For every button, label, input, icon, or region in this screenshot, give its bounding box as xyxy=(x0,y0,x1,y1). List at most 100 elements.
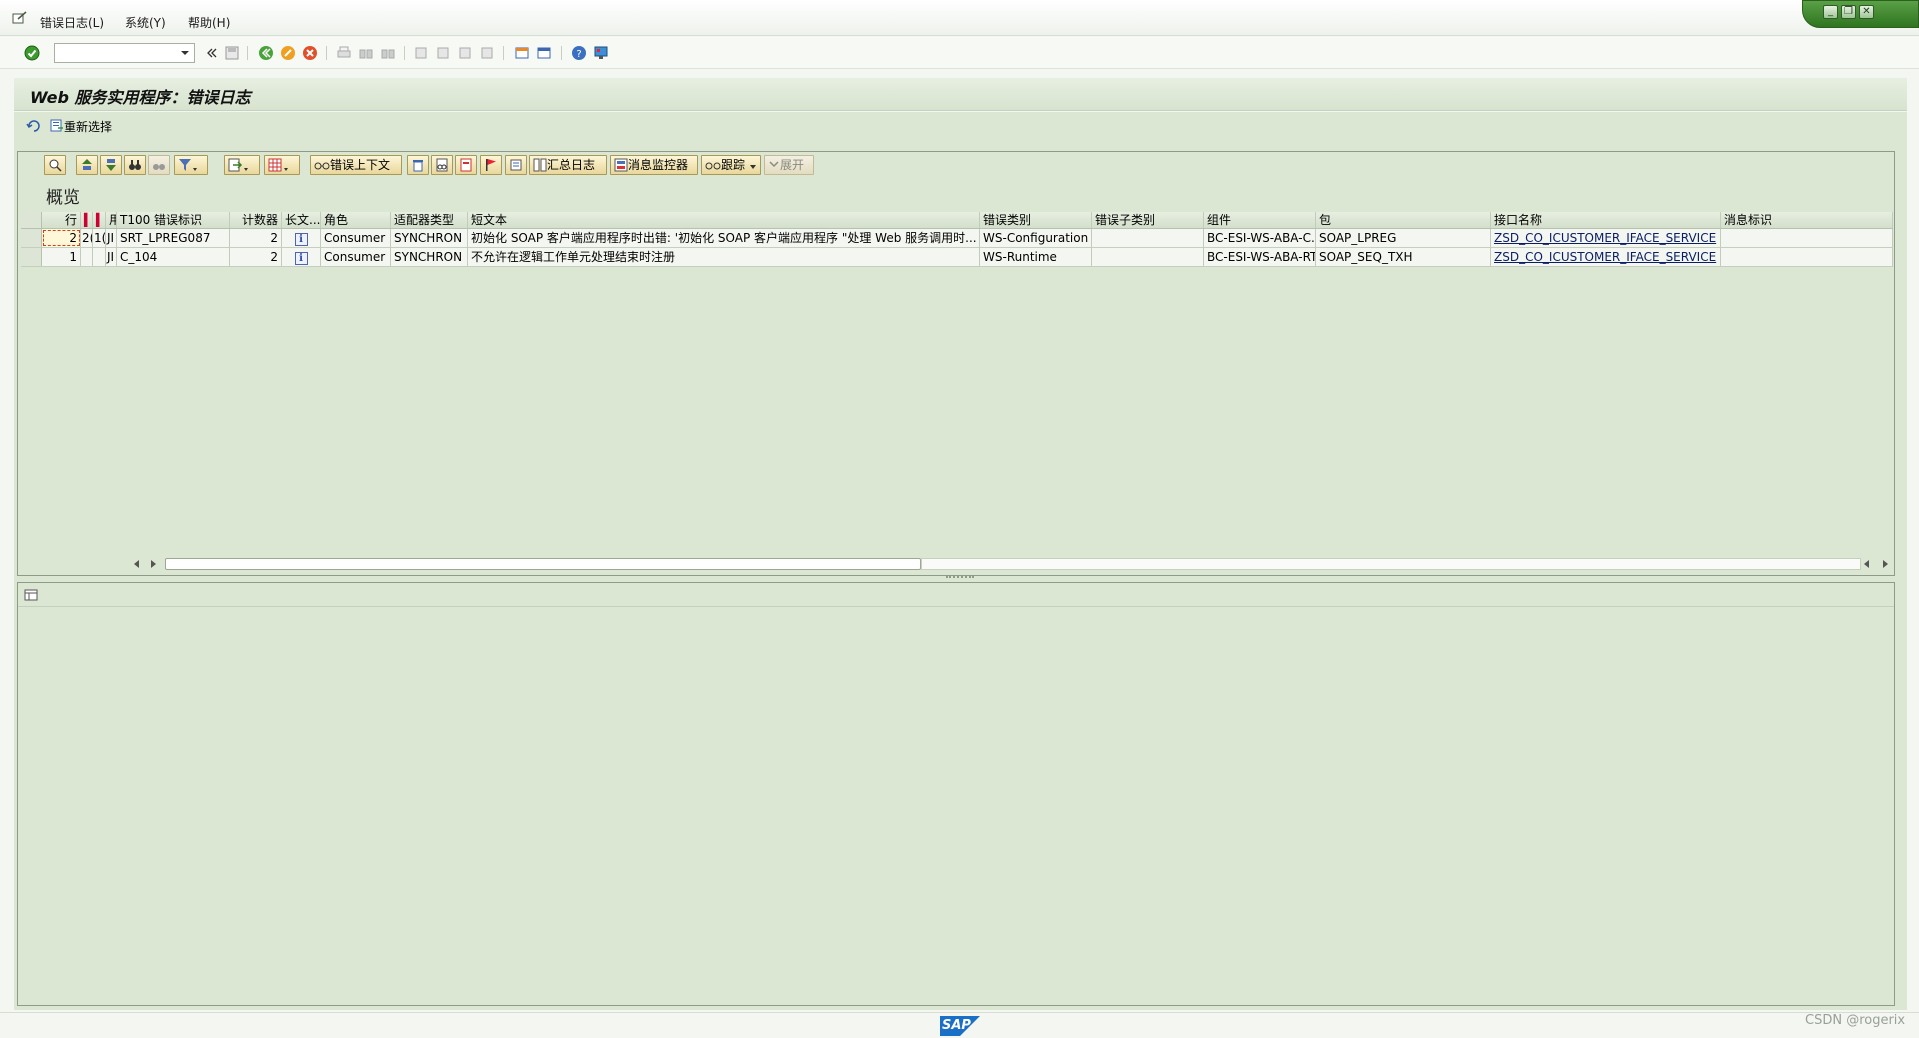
col-header-status-1[interactable]: ▍ xyxy=(81,212,93,228)
splitter-handle[interactable] xyxy=(946,576,974,580)
cancel-icon[interactable] xyxy=(302,45,318,61)
menu-icon[interactable] xyxy=(12,11,28,25)
info-icon[interactable]: i xyxy=(294,233,308,246)
cell-error-subcategory[interactable] xyxy=(1092,248,1204,266)
cell-long-text[interactable]: i xyxy=(282,248,321,266)
col-header-counter[interactable]: 计数器 xyxy=(230,212,282,228)
cell-adapter[interactable]: SYNCHRON xyxy=(391,248,468,266)
double-chevron-left-icon[interactable] xyxy=(203,45,219,61)
col-header-long-text[interactable]: 长文... xyxy=(282,212,321,228)
table-row[interactable]: 1 JI C_104 2 i Consumer SYNCHRON 不允许在逻辑工… xyxy=(21,248,1893,267)
export-button[interactable] xyxy=(224,155,260,175)
save-icon[interactable] xyxy=(224,45,240,61)
cell-role[interactable]: Consumer xyxy=(321,229,391,247)
error-context-button[interactable]: 错误上下文 xyxy=(310,155,402,175)
cell-message-id[interactable] xyxy=(1721,248,1893,266)
sort-descending-button[interactable] xyxy=(100,155,122,175)
row-selector[interactable] xyxy=(21,229,42,247)
command-field[interactable] xyxy=(54,43,195,63)
cell-status-1[interactable]: 2( xyxy=(81,229,93,247)
scrollbar-track[interactable] xyxy=(921,558,1861,570)
info-icon[interactable]: i xyxy=(294,252,308,265)
cell-t100[interactable]: SRT_LPREG087 xyxy=(117,229,230,247)
select-all-icon[interactable] xyxy=(21,212,42,228)
cell-package[interactable]: SOAP_SEQ_TXH xyxy=(1316,248,1491,266)
close-icon[interactable]: ✕ xyxy=(1859,5,1874,19)
col-header-interface[interactable]: 接口名称 xyxy=(1491,212,1721,228)
customize-layout-icon[interactable] xyxy=(593,45,609,61)
refresh-icon[interactable] xyxy=(26,118,42,134)
cell-message-id[interactable] xyxy=(1721,229,1893,247)
cell-status-1[interactable] xyxy=(81,248,93,266)
chevron-down-icon[interactable] xyxy=(178,46,192,60)
enter-check-icon[interactable] xyxy=(24,45,40,61)
sort-ascending-button[interactable] xyxy=(76,155,98,175)
col-header-package[interactable]: 包 xyxy=(1316,212,1491,228)
cell-use[interactable]: JI xyxy=(106,229,117,247)
col-header-component[interactable]: 组件 xyxy=(1204,212,1316,228)
scroll-right-icon[interactable] xyxy=(147,558,159,570)
col-header-status-2[interactable]: ▍ xyxy=(93,212,106,228)
exit-icon[interactable] xyxy=(280,45,296,61)
cell-error-subcategory[interactable] xyxy=(1092,229,1204,247)
col-header-row[interactable]: 行 xyxy=(42,212,81,228)
layout-button[interactable] xyxy=(264,155,300,175)
new-session-icon[interactable] xyxy=(514,45,530,61)
cell-long-text[interactable]: i xyxy=(282,229,321,247)
cell-counter[interactable]: 2 xyxy=(230,229,282,247)
cell-row[interactable]: 2 xyxy=(42,229,81,247)
cell-short-text[interactable]: 不允许在逻辑工作单元处理结束时注册 xyxy=(468,248,980,266)
details-button[interactable] xyxy=(44,155,66,175)
col-header-error-category[interactable]: 错误类别 xyxy=(980,212,1092,228)
reselect-button[interactable]: 重新选择 xyxy=(50,118,112,135)
list-button[interactable] xyxy=(505,155,527,175)
document-button[interactable] xyxy=(455,155,477,175)
row-selector[interactable] xyxy=(21,248,42,266)
menu-system[interactable]: 系统(Y) xyxy=(125,14,166,31)
cell-error-category[interactable]: WS-Runtime xyxy=(980,248,1092,266)
cell-error-category[interactable]: WS-Configuration xyxy=(980,229,1092,247)
menu-help[interactable]: 帮助(H) xyxy=(188,14,230,31)
cell-row[interactable]: 1 xyxy=(42,248,81,266)
cell-status-2[interactable]: 1( xyxy=(93,229,106,247)
cell-adapter[interactable]: SYNCHRON xyxy=(391,229,468,247)
col-header-short-text[interactable]: 短文本 xyxy=(468,212,980,228)
cell-component[interactable]: BC-ESI-WS-ABA-RT xyxy=(1204,248,1316,266)
cell-package[interactable]: SOAP_LPREG xyxy=(1316,229,1491,247)
restore-icon[interactable]: ❐ xyxy=(1841,5,1856,19)
delete-button[interactable] xyxy=(407,155,429,175)
cell-short-text[interactable]: 初始化 SOAP 客户端应用程序时出错: '初始化 SOAP 客户端应用程序 "… xyxy=(468,229,980,247)
cell-interface-link[interactable]: ZSD_CO_ICUSTOMER_IFACE_SERVICE xyxy=(1491,248,1721,266)
filter-button[interactable] xyxy=(174,155,208,175)
cell-role[interactable]: Consumer xyxy=(321,248,391,266)
scroll-right-end-icon[interactable] xyxy=(1879,558,1891,570)
display-button[interactable] xyxy=(431,155,453,175)
find-button[interactable] xyxy=(124,155,146,175)
flag-button[interactable] xyxy=(480,155,502,175)
summary-log-button[interactable]: 汇总日志 xyxy=(529,155,607,175)
shortcut-icon[interactable] xyxy=(536,45,552,61)
scroll-left-icon[interactable] xyxy=(131,558,143,570)
cell-component[interactable]: BC-ESI-WS-ABA-C... xyxy=(1204,229,1316,247)
col-header-error-subcategory[interactable]: 错误子类别 xyxy=(1092,212,1204,228)
col-header-t100[interactable]: T100 错误标识 xyxy=(117,212,230,228)
col-header-adapter[interactable]: 适配器类型 xyxy=(391,212,468,228)
menu-error-log[interactable]: 错误日志(L) xyxy=(40,14,104,31)
scroll-left-end-icon[interactable] xyxy=(1861,558,1873,570)
help-icon[interactable]: ? xyxy=(571,45,587,61)
horizontal-scrollbar[interactable] xyxy=(125,555,1893,571)
col-header-message-id[interactable]: 消息标识 xyxy=(1721,212,1893,228)
scrollbar-thumb[interactable] xyxy=(165,558,921,570)
minimize-icon[interactable]: _ xyxy=(1823,5,1838,19)
cell-t100[interactable]: C_104 xyxy=(117,248,230,266)
col-header-use[interactable]: 用 xyxy=(106,212,117,228)
cell-use[interactable]: JI xyxy=(106,248,117,266)
cell-counter[interactable]: 2 xyxy=(230,248,282,266)
back-icon[interactable] xyxy=(258,45,274,61)
trace-button[interactable]: 跟踪 xyxy=(701,155,761,175)
table-row[interactable]: 2 2( 1( JI SRT_LPREG087 2 i Consumer SYN… xyxy=(21,229,1893,248)
cell-status-2[interactable] xyxy=(93,248,106,266)
col-header-role[interactable]: 角色 xyxy=(321,212,391,228)
cell-interface-link[interactable]: ZSD_CO_ICUSTOMER_IFACE_SERVICE xyxy=(1491,229,1721,247)
message-monitor-button[interactable]: 消息监控器 xyxy=(610,155,698,175)
